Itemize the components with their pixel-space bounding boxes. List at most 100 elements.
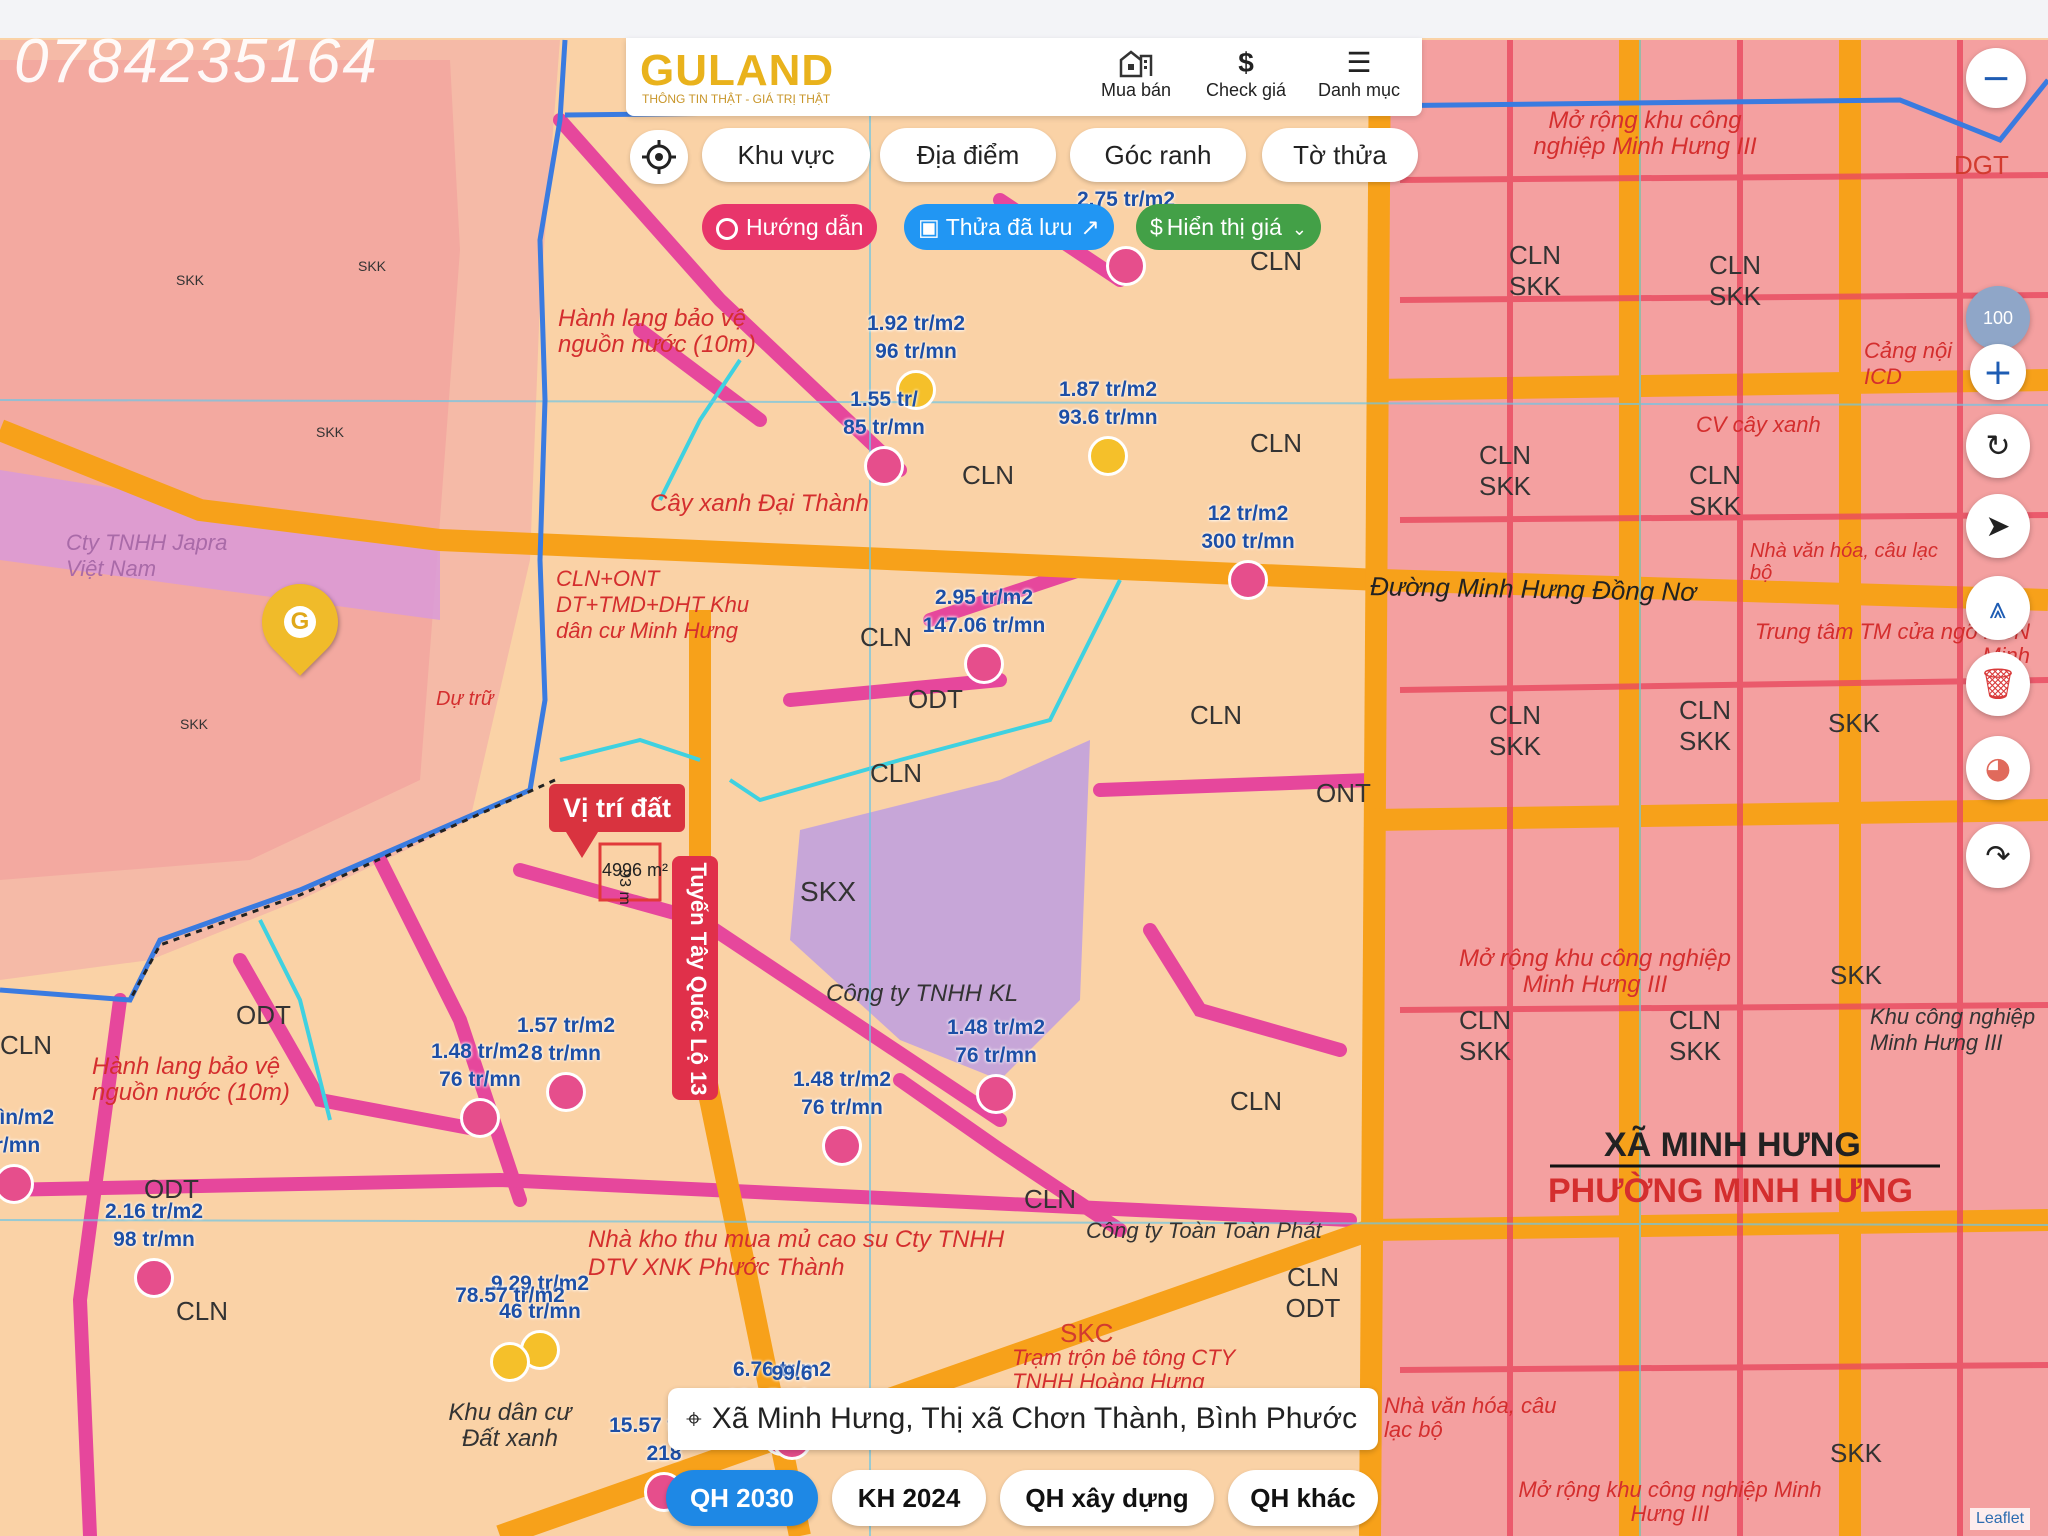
zone-label: SKK (1830, 960, 1883, 990)
price-per-m2: 78.57 tr/m2 (455, 1284, 565, 1307)
zone-label: SKK (316, 424, 345, 440)
price-total: 76 tr/mn (801, 1096, 883, 1119)
delete-button[interactable]: 🗑 (1966, 652, 2030, 716)
price-marker[interactable] (1228, 560, 1268, 600)
price-marker[interactable] (976, 1074, 1016, 1114)
price-per-m2: ghìn/m2 (0, 1106, 55, 1129)
price-label: 2.16 tr/m2 98 tr/mn (74, 1198, 234, 1254)
price-label: 1.87 tr/m2 93.6 tr/mn (1028, 376, 1188, 432)
price-per-m2: 2.16 tr/m2 (104, 1200, 204, 1223)
building-icon (1086, 46, 1186, 80)
zone-label: CLN (1024, 1184, 1077, 1214)
refresh-icon: ↻ (1985, 428, 2011, 464)
zone-label: CLN SKK (1488, 700, 1542, 761)
price-label: 99.6 (712, 1360, 872, 1388)
check-price-button[interactable]: $ Check giá (1196, 46, 1296, 108)
show-price-button[interactable]: $ Hiển thị giá ⌄ (1136, 204, 1321, 250)
zone-label: CLN (870, 758, 923, 788)
price-total: 76 tr/mn (439, 1068, 521, 1091)
price-per-m2: 1.48 tr/m2 (946, 1016, 1046, 1039)
guide-button[interactable]: Hướng dẫn (702, 204, 878, 250)
chevron-down-icon: ⌄ (1291, 219, 1307, 239)
place-label: Hành lang bảo vệ nguồn nước (10m) (558, 305, 756, 358)
filter-corner[interactable]: Góc ranh (1070, 128, 1246, 182)
layer-style-button[interactable]: ◕ (1966, 736, 2030, 800)
zone-label: SKK (1830, 1438, 1883, 1468)
tab-qh-2030[interactable]: QH 2030 (666, 1470, 818, 1526)
zone-label: CLN (1230, 1086, 1283, 1116)
price-marker[interactable] (1106, 246, 1146, 286)
zone-label: ONT (1316, 778, 1371, 808)
filter-place[interactable]: Địa điểm (880, 128, 1056, 182)
compass-measure-icon: ⩓ (1989, 590, 2007, 626)
price-label: 78.57 tr/m2 (430, 1282, 590, 1310)
price-label: 1.55 tr/85 tr/mn (804, 386, 964, 442)
zoom-level-indicator: 100 (1966, 286, 2030, 350)
zone-label: CLN (1250, 428, 1303, 458)
price-per-m2: 1.48 tr/m2 (792, 1068, 892, 1091)
price-per-m2: 1.92 tr/m2 (866, 312, 966, 335)
place-label: Nhà văn hóa, câu lạc bộ (1750, 540, 1938, 584)
zone-label: DGT (1954, 150, 2009, 180)
zone-label: SKK (1828, 708, 1881, 738)
measure-button[interactable]: ⩓ (1966, 576, 2030, 640)
filter-area[interactable]: Khu vực (702, 128, 870, 182)
price-total: 96 tr/mn (875, 340, 957, 363)
place-label: Cảng nội ICD (1864, 338, 1953, 389)
price-marker[interactable] (134, 1258, 174, 1298)
zone-label: CLN SKK (1508, 240, 1562, 301)
saved-parcels-button[interactable]: ▣ Thửa đã lưu ↗ (904, 204, 1114, 250)
price-marker[interactable] (864, 446, 904, 486)
check-price-label: Check giá (1205, 80, 1287, 100)
leaflet-attribution[interactable]: Leaflet (1970, 1508, 2031, 1530)
zone-label: CLN (176, 1296, 229, 1326)
app-header: GULAND THÔNG TIN THẬT - GIÁ TRỊ THẬT Mua… (626, 38, 1422, 116)
zone-label: CLN ODT (1285, 1262, 1341, 1323)
dollar-icon: $ (1150, 214, 1163, 240)
palette-icon: ◕ (1984, 750, 2012, 786)
price-total: 76 tr/mn (955, 1044, 1037, 1067)
navigate-button[interactable]: ➤ (1966, 494, 2030, 558)
zone-label: SKK (176, 272, 205, 288)
price-total: 93.6 tr/mn (1058, 406, 1158, 429)
refresh-button[interactable]: ↻ (1966, 414, 2030, 478)
price-marker[interactable] (964, 644, 1004, 684)
place-label: Dự trữ (436, 688, 494, 710)
price-total: 300 tr/mn (1201, 530, 1295, 553)
navigation-arrow-icon: ➤ (1985, 508, 2011, 544)
external-link-icon: ↗ (1080, 214, 1100, 240)
parcel-marker[interactable]: Vị trí đất (549, 784, 685, 832)
place-label: Mở rộng khu công nghiệp Minh Hưng III (1533, 107, 1757, 160)
price-marker[interactable] (460, 1098, 500, 1138)
zone-label: ODT (236, 1000, 291, 1030)
tab-kh-2024[interactable]: KH 2024 (832, 1470, 986, 1526)
parcel-pointer-icon (566, 832, 598, 858)
price-marker[interactable] (822, 1126, 862, 1166)
place-label: Nhà kho thu mua mủ cao su Cty TNHH DTV X… (588, 1226, 1005, 1281)
zoom-in-button[interactable]: + (1970, 344, 2026, 400)
buy-sell-button[interactable]: Mua bán (1086, 46, 1186, 108)
menu-button[interactable]: ☰ Danh mục (1309, 46, 1409, 108)
address-bar[interactable]: ⌖ Xã Minh Hưng, Thị xã Chơn Thành, Bình P… (668, 1388, 1378, 1450)
zone-label: SKX (800, 876, 857, 907)
zoom-out-button[interactable]: − (1966, 48, 2026, 108)
minus-icon: − (1980, 57, 2012, 99)
locate-button[interactable] (630, 130, 688, 184)
price-marker[interactable] (490, 1342, 530, 1382)
saved-label: Thửa đã lưu (945, 214, 1073, 240)
place-label: Hành lang bảo vệ nguồn nước (10m) (92, 1053, 290, 1106)
share-button[interactable]: ↷ (1966, 824, 2030, 888)
price-label: ghìn/m2 tr/mn (0, 1104, 94, 1160)
guland-logo[interactable]: GULAND (640, 46, 834, 96)
filter-sheet[interactable]: Tờ thửa (1262, 128, 1418, 182)
menu-label: Danh mục (1317, 80, 1401, 100)
buy-sell-label: Mua bán (1100, 80, 1172, 100)
place-label: Công ty Toàn Toàn Phát (1086, 1218, 1322, 1243)
price-per-m2: 1.87 tr/m2 (1058, 378, 1158, 401)
price-marker[interactable] (1088, 436, 1128, 476)
tab-qh-khac[interactable]: QH khác (1228, 1470, 1378, 1526)
price-label: 1.48 tr/m2 76 tr/mn (400, 1038, 560, 1094)
price-label: 1.48 tr/m2 76 tr/mn (762, 1066, 922, 1122)
tab-qh-xay-dung[interactable]: QH xây dựng (1000, 1470, 1214, 1526)
parcel-side: 93 m (615, 869, 633, 905)
